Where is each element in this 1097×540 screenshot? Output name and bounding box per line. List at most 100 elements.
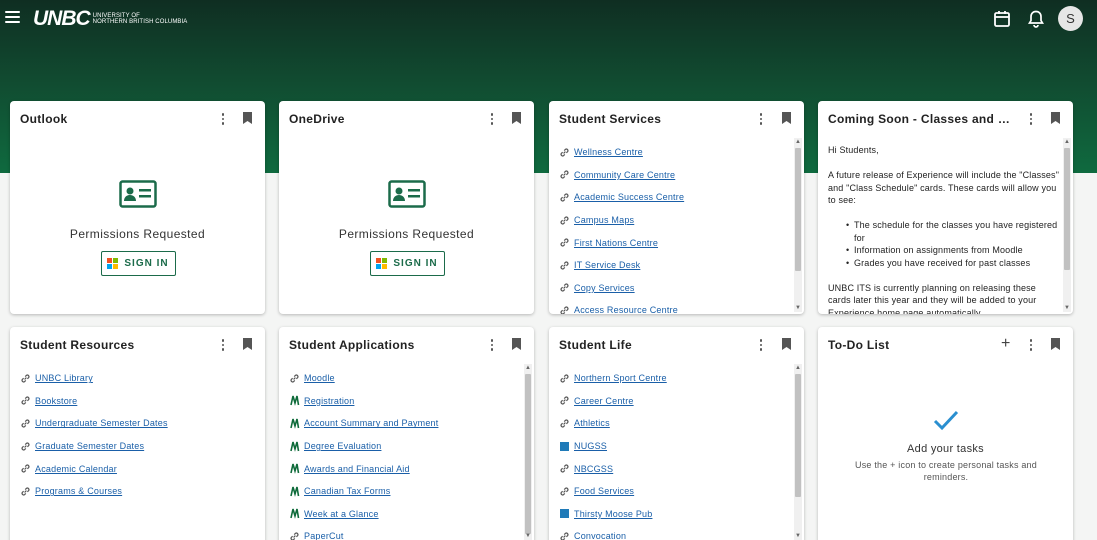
link-bookstore[interactable]: Bookstore <box>35 396 77 406</box>
empty-title: Add your tasks <box>907 443 984 455</box>
list-item[interactable]: Northern Sport Centre <box>559 367 790 390</box>
list-item: Information on assignments from Moodle <box>846 244 1060 257</box>
list-item[interactable]: Thirsty Moose Pub <box>559 503 790 526</box>
bookmark-icon[interactable] <box>782 112 791 124</box>
sign-in-button[interactable]: SIGN IN <box>100 251 176 276</box>
more-vert-icon[interactable] <box>487 112 497 126</box>
unbc-logo[interactable]: UNBC University of Northern British Colu… <box>33 7 187 31</box>
list-item[interactable]: Access Resource Centre <box>559 299 790 314</box>
list-item[interactable]: UNBC Library <box>20 367 251 390</box>
link-undergraduate-semester-dates[interactable]: Undergraduate Semester Dates <box>35 418 168 428</box>
list-item[interactable]: Awards and Financial Aid <box>289 457 520 480</box>
list-item[interactable]: Undergraduate Semester Dates <box>20 412 251 435</box>
list-item[interactable]: Academic Calendar <box>20 457 251 480</box>
bookmark-icon[interactable] <box>512 338 521 350</box>
link-athletics[interactable]: Athletics <box>574 418 610 428</box>
link-awards-financial-aid[interactable]: Awards and Financial Aid <box>304 464 410 474</box>
scrollbar[interactable]: ▲ ▼ <box>794 138 802 312</box>
link-week-at-a-glance[interactable]: Week at a Glance <box>304 509 379 519</box>
list-item[interactable]: Registration <box>289 390 520 413</box>
bookmark-icon[interactable] <box>512 112 521 124</box>
list-item[interactable]: Moodle <box>289 367 520 390</box>
list-item[interactable]: First Nations Centre <box>559 231 790 254</box>
bookmark-icon[interactable] <box>243 338 252 350</box>
more-vert-icon[interactable] <box>487 338 497 352</box>
list-item[interactable]: Copy Services <box>559 277 790 300</box>
list-item[interactable]: Community Care Centre <box>559 164 790 187</box>
more-vert-icon[interactable] <box>218 338 228 352</box>
list-item[interactable]: Convocation <box>559 525 790 540</box>
sign-in-button[interactable]: SIGN IN <box>369 251 445 276</box>
list-item[interactable]: Wellness Centre <box>559 141 790 164</box>
link-northern-sport-centre[interactable]: Northern Sport Centre <box>574 373 667 383</box>
link-nugss[interactable]: NUGSS <box>574 441 607 451</box>
list-item[interactable]: Athletics <box>559 412 790 435</box>
calendar-icon[interactable] <box>992 9 1012 29</box>
list-item[interactable]: Degree Evaluation <box>289 435 520 458</box>
link-academic-calendar[interactable]: Academic Calendar <box>35 464 117 474</box>
list-item[interactable]: Career Centre <box>559 390 790 413</box>
link-papercut[interactable]: PaperCut <box>304 531 344 540</box>
list-item[interactable]: Academic Success Centre <box>559 186 790 209</box>
link-thirsty-moose-pub[interactable]: Thirsty Moose Pub <box>574 509 652 519</box>
scrollbar-thumb[interactable] <box>795 148 801 271</box>
plus-icon[interactable]: + <box>1001 336 1010 352</box>
list-item[interactable]: PaperCut <box>289 525 520 540</box>
scrollbar[interactable]: ▲ ▼ <box>1063 138 1071 312</box>
link-food-services[interactable]: Food Services <box>574 486 634 496</box>
list-item[interactable]: Account Summary and Payment <box>289 412 520 435</box>
scrollbar-thumb[interactable] <box>1064 148 1070 270</box>
scrollbar-thumb[interactable] <box>795 374 801 497</box>
link-wellness-centre[interactable]: Wellness Centre <box>574 147 643 157</box>
scrollbar[interactable]: ▲ ▼ <box>524 364 532 540</box>
link-nbcgss[interactable]: NBCGSS <box>574 464 613 474</box>
list-item[interactable]: Week at a Glance <box>289 503 520 526</box>
list-item[interactable]: Food Services <box>559 480 790 503</box>
card-header: Student Resources <box>10 327 265 363</box>
link-unbc-library[interactable]: UNBC Library <box>35 373 93 383</box>
ellucian-icon <box>289 395 300 407</box>
list-item[interactable]: IT Service Desk <box>559 254 790 277</box>
link-registration[interactable]: Registration <box>304 396 354 406</box>
link-programs-courses[interactable]: Programs & Courses <box>35 486 122 496</box>
link-degree-evaluation[interactable]: Degree Evaluation <box>304 441 381 451</box>
link-academic-success-centre[interactable]: Academic Success Centre <box>574 192 684 202</box>
link-it-service-desk[interactable]: IT Service Desk <box>574 260 640 270</box>
link-moodle[interactable]: Moodle <box>304 373 335 383</box>
bookmark-icon[interactable] <box>1051 112 1060 124</box>
link-icon <box>559 192 570 203</box>
link-canadian-tax-forms[interactable]: Canadian Tax Forms <box>304 486 390 496</box>
link-account-summary[interactable]: Account Summary and Payment <box>304 418 438 428</box>
menu-icon[interactable] <box>5 11 20 25</box>
link-access-resource-centre[interactable]: Access Resource Centre <box>574 305 678 314</box>
more-vert-icon[interactable] <box>756 338 766 352</box>
list-item[interactable]: Campus Maps <box>559 209 790 232</box>
avatar[interactable]: S <box>1058 6 1083 31</box>
list-item[interactable]: Canadian Tax Forms <box>289 480 520 503</box>
more-vert-icon[interactable] <box>1026 112 1036 126</box>
permission-text: Permissions Requested <box>338 227 475 241</box>
list-item[interactable]: Bookstore <box>20 390 251 413</box>
link-icon <box>559 305 570 314</box>
list-item[interactable]: Graduate Semester Dates <box>20 435 251 458</box>
scroll-down-icon: ▼ <box>525 533 531 539</box>
bookmark-icon[interactable] <box>1051 338 1060 350</box>
bell-icon[interactable] <box>1026 9 1046 29</box>
scrollbar-thumb[interactable] <box>525 374 531 534</box>
link-graduate-semester-dates[interactable]: Graduate Semester Dates <box>35 441 144 451</box>
scrollbar[interactable]: ▲ ▼ <box>794 364 802 540</box>
more-vert-icon[interactable] <box>218 112 228 126</box>
more-vert-icon[interactable] <box>756 112 766 126</box>
bookmark-icon[interactable] <box>782 338 791 350</box>
more-vert-icon[interactable] <box>1026 338 1036 352</box>
link-career-centre[interactable]: Career Centre <box>574 396 634 406</box>
link-convocation[interactable]: Convocation <box>574 531 626 540</box>
link-campus-maps[interactable]: Campus Maps <box>574 215 634 225</box>
list-item[interactable]: NBCGSS <box>559 457 790 480</box>
list-item[interactable]: NUGSS <box>559 435 790 458</box>
link-first-nations-centre[interactable]: First Nations Centre <box>574 238 658 248</box>
link-copy-services[interactable]: Copy Services <box>574 283 635 293</box>
list-item[interactable]: Programs & Courses <box>20 480 251 503</box>
link-community-care-centre[interactable]: Community Care Centre <box>574 170 675 180</box>
bookmark-icon[interactable] <box>243 112 252 124</box>
